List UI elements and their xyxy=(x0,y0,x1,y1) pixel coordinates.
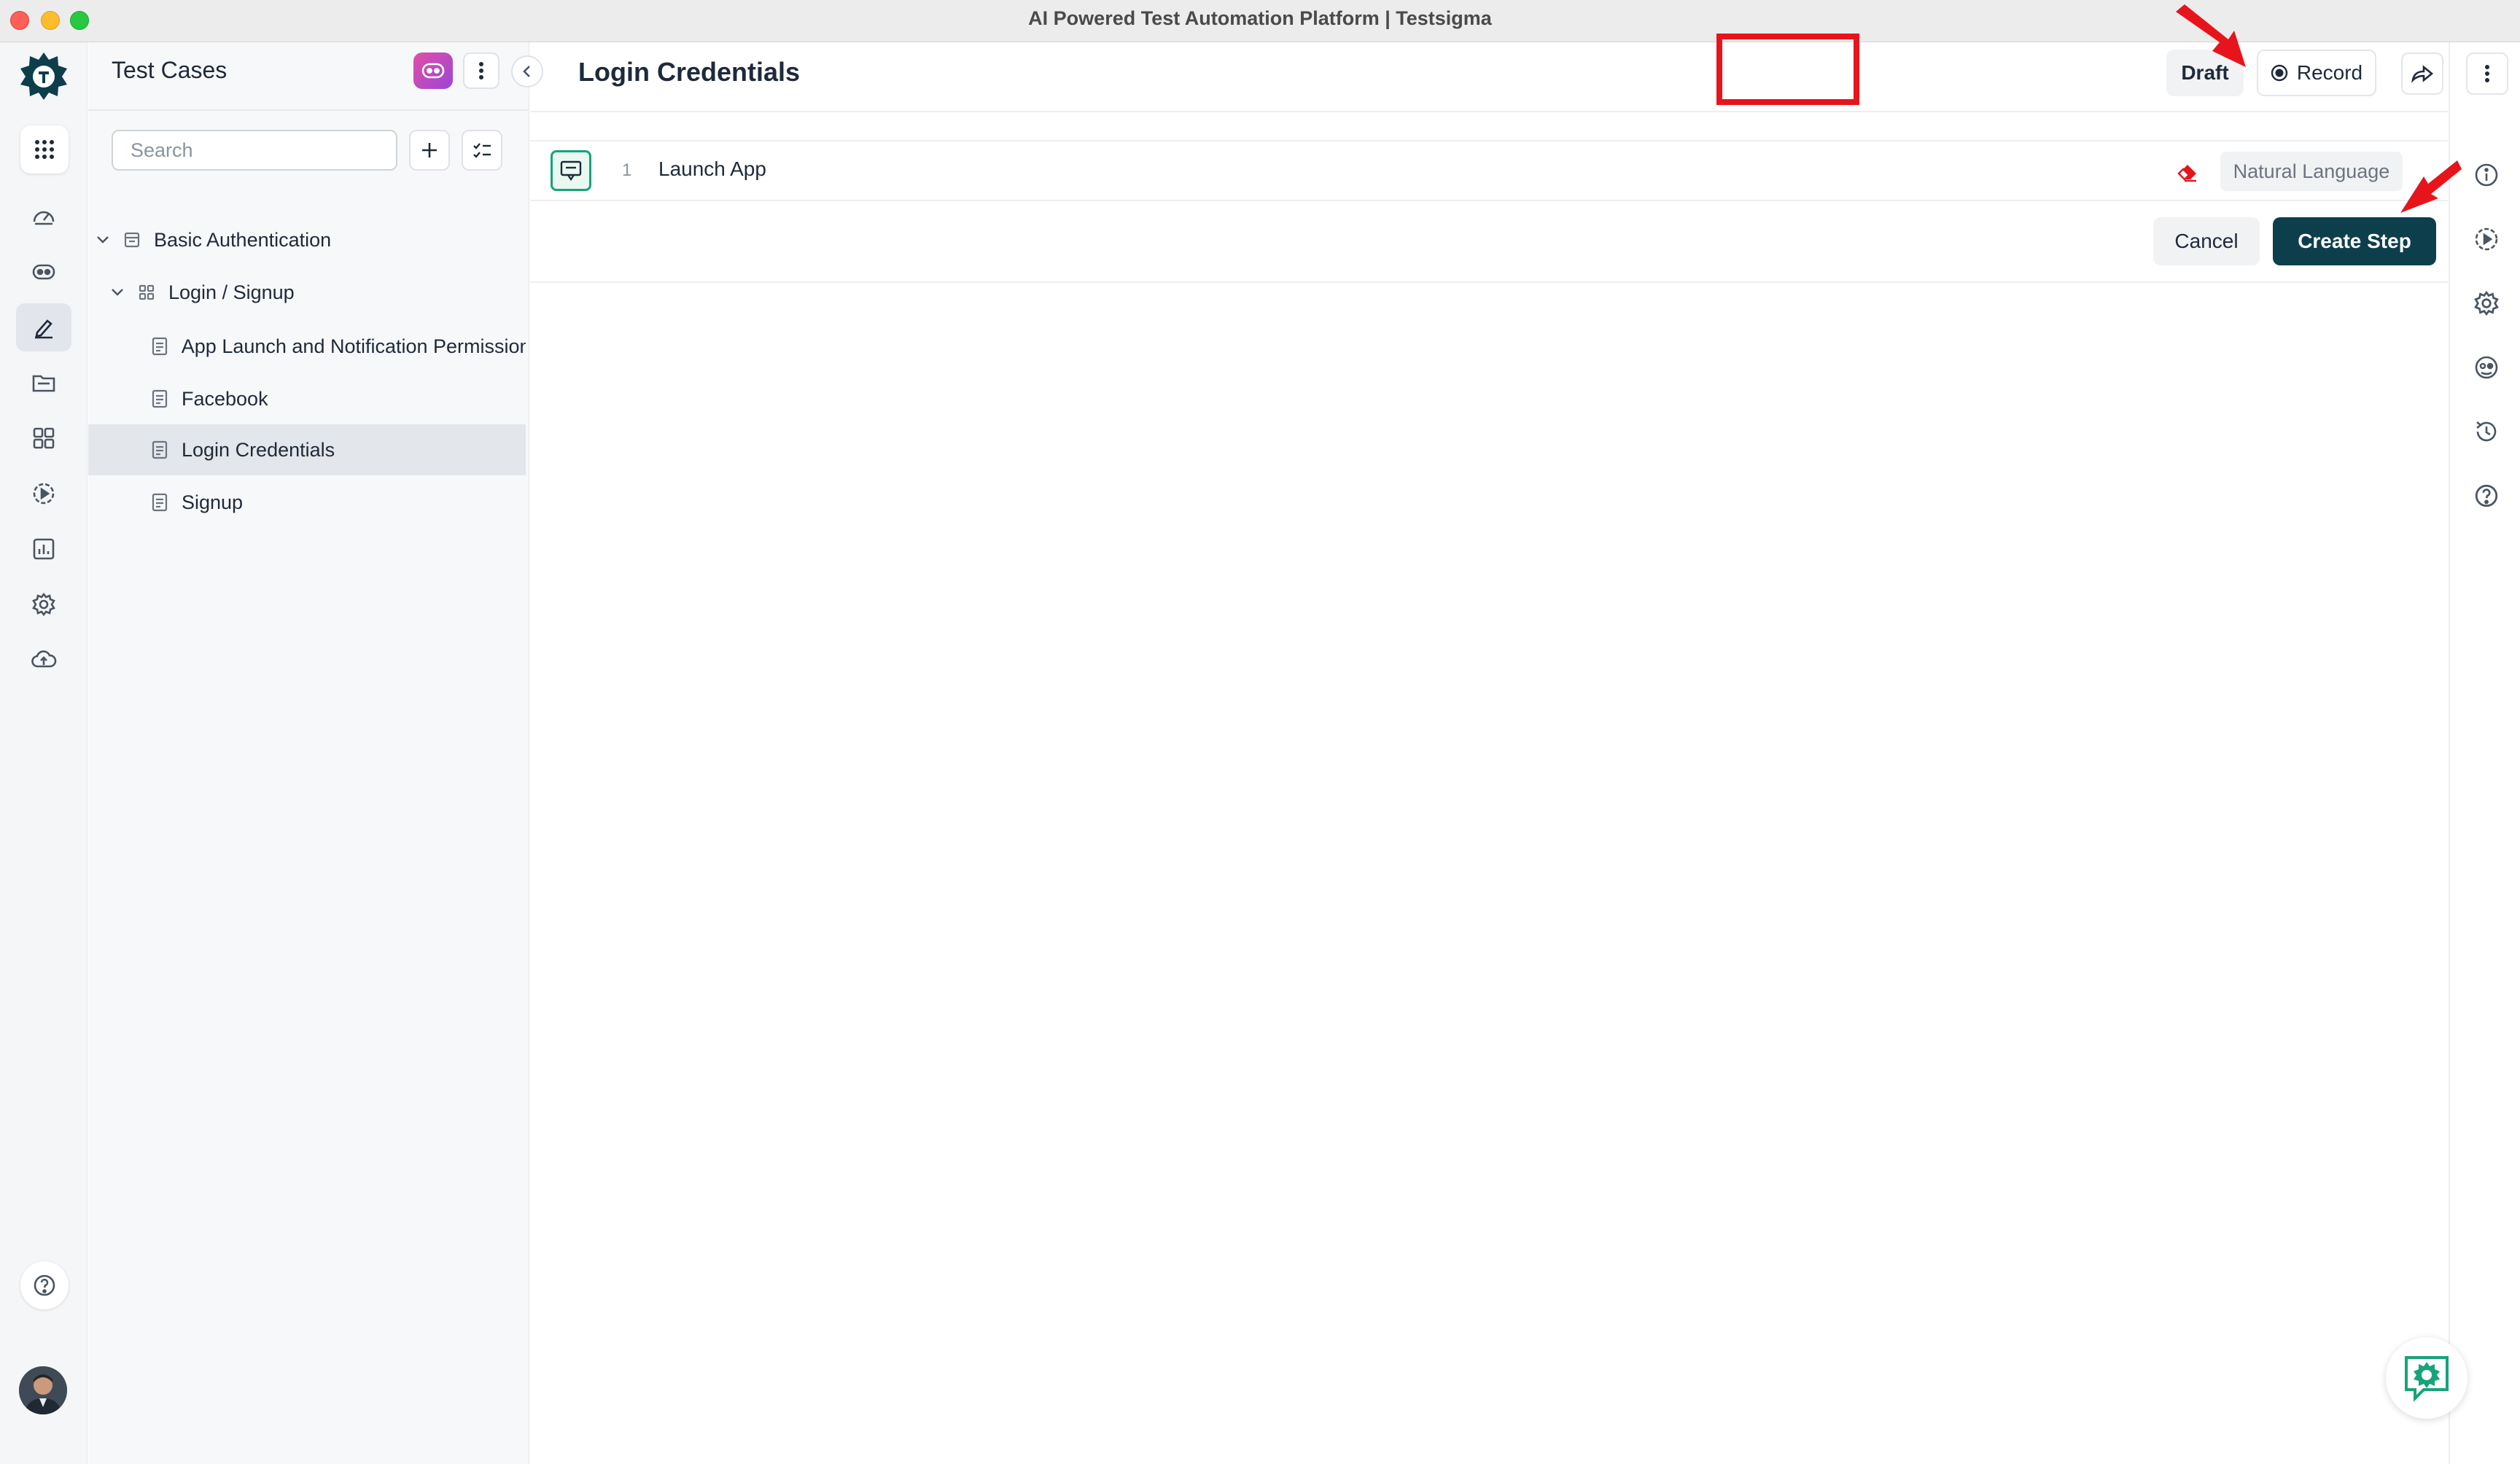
header-divider xyxy=(530,111,2448,112)
help-icon[interactable] xyxy=(20,1261,69,1309)
right-tools-rail xyxy=(2449,42,2520,1464)
more-options-icon[interactable] xyxy=(2466,52,2508,95)
draft-status-button[interactable]: Draft xyxy=(2166,50,2244,96)
tree-case-row[interactable]: App Launch and Notification Permissions xyxy=(88,321,526,372)
history-icon[interactable] xyxy=(2466,411,2507,452)
eraser-icon[interactable] xyxy=(2175,159,2200,184)
left-nav-rail xyxy=(0,42,88,1464)
dashboard-icon[interactable] xyxy=(16,192,71,241)
reports-chart-icon[interactable] xyxy=(16,525,71,573)
run-play-icon[interactable] xyxy=(16,470,71,518)
step-text[interactable]: Launch App xyxy=(658,157,766,181)
step-number: 1 xyxy=(622,160,632,180)
record-button[interactable]: Record xyxy=(2257,50,2376,96)
copilot-icon[interactable] xyxy=(16,248,71,296)
search-input[interactable] xyxy=(112,130,397,171)
info-icon[interactable] xyxy=(2466,155,2507,195)
user-avatar[interactable] xyxy=(19,1366,67,1414)
bulk-select-checklist-icon[interactable] xyxy=(462,130,502,171)
cloud-upload-icon[interactable] xyxy=(16,636,71,684)
share-forward-icon[interactable] xyxy=(2401,52,2443,95)
tree-case-label: App Launch and Notification Permissions xyxy=(181,335,526,357)
cancel-button[interactable]: Cancel xyxy=(2153,217,2260,265)
settings-gear-icon[interactable] xyxy=(2466,283,2507,324)
testsigma-logo-icon[interactable] xyxy=(18,50,70,102)
collapse-panel-chevron-left-icon[interactable] xyxy=(511,55,543,87)
test-case-editor: Login Credentials Draft Record 1 Launch … xyxy=(530,42,2448,1464)
tree-group-label: Login / Signup xyxy=(168,281,295,303)
actions-divider xyxy=(530,281,2448,283)
panel-divider xyxy=(88,109,529,111)
record-dot-icon xyxy=(2271,64,2288,82)
add-test-case-button[interactable] xyxy=(409,130,450,171)
window-title: AI Powered Test Automation Platform | Te… xyxy=(1028,7,1492,29)
test-case-doc-icon xyxy=(149,389,170,409)
panel-title: Test Cases xyxy=(112,57,228,83)
tree-case-label: Facebook xyxy=(182,387,268,410)
create-step-button[interactable]: Create Step xyxy=(2273,217,2436,265)
test-case-doc-icon xyxy=(149,336,170,357)
chevron-down-icon[interactable] xyxy=(93,230,113,250)
test-case-doc-icon xyxy=(149,492,170,513)
test-case-doc-icon xyxy=(149,440,170,460)
copilot-button[interactable] xyxy=(413,52,453,89)
tree-suite-label: Basic Authentication xyxy=(154,228,332,251)
tree-case-row-selected[interactable]: Login Credentials xyxy=(88,424,526,475)
test-data-profile-icon[interactable] xyxy=(2466,347,2507,388)
tree-suite-row[interactable]: Basic Authentication xyxy=(88,214,526,265)
help-icon[interactable] xyxy=(2466,475,2507,516)
test-development-icon[interactable] xyxy=(16,303,71,351)
apps-grid-icon[interactable] xyxy=(20,125,69,174)
tree-case-label: Login Credentials xyxy=(182,438,335,461)
tree-case-label: Signup xyxy=(182,491,244,513)
test-cases-panel: Test Cases Basic Authentication xyxy=(88,42,543,1464)
test-group-icon xyxy=(136,282,157,303)
test-data-folder-icon[interactable] xyxy=(16,359,71,407)
record-label: Record xyxy=(2296,61,2363,84)
settings-gear-icon[interactable] xyxy=(16,580,71,628)
tree-group-row[interactable]: Login / Signup xyxy=(88,267,526,318)
page-title: Login Credentials xyxy=(578,57,801,87)
window-titlebar: AI Powered Test Automation Platform | Te… xyxy=(0,0,2520,42)
tree-case-row[interactable]: Signup xyxy=(88,477,526,528)
test-step-row[interactable]: 1 Launch App Natural Language xyxy=(530,140,2448,201)
chevron-down-icon[interactable] xyxy=(107,282,128,303)
test-suite-icon xyxy=(122,230,142,250)
panel-more-options-icon[interactable] xyxy=(463,52,499,89)
natural-language-badge[interactable]: Natural Language xyxy=(2220,152,2403,191)
chat-support-icon[interactable] xyxy=(2386,1337,2468,1419)
dry-run-play-icon[interactable] xyxy=(2466,219,2507,260)
tree-case-row[interactable]: Facebook xyxy=(88,373,526,424)
step-type-screen-icon[interactable] xyxy=(551,150,591,191)
addons-grid-icon[interactable] xyxy=(16,414,71,462)
